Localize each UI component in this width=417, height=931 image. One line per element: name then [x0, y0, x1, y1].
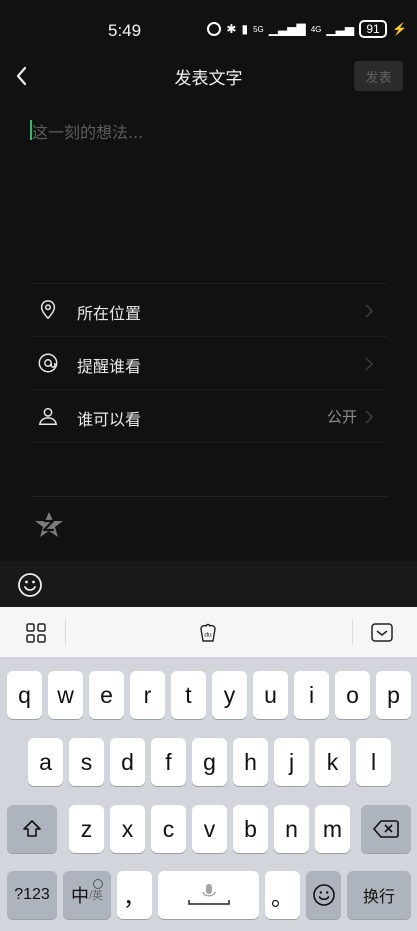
- emoji-icon: [312, 884, 335, 906]
- key-h[interactable]: h: [233, 738, 268, 786]
- option-visibility[interactable]: 谁可以看 公开: [31, 390, 387, 443]
- chevron-right-icon: [365, 357, 373, 371]
- signal-bars-icon: ▁▃▅▇: [268, 22, 306, 36]
- comma-key[interactable]: ，: [117, 871, 152, 919]
- globe-icon: [93, 879, 103, 889]
- keyboard: du q w e r t y u i o p a s d f g h j k l: [0, 607, 417, 931]
- section-divider: [31, 496, 387, 497]
- grid-menu-icon[interactable]: [24, 621, 48, 645]
- screen: 5:49 ✱ ▮ 5G ▁▃▅▇ 4G ▁▃▅ 91 ⚡ 发表文字 发表 这一刻…: [0, 0, 417, 931]
- key-f[interactable]: f: [151, 738, 186, 786]
- option-remind-label: 提醒谁看: [77, 357, 142, 376]
- key-m[interactable]: m: [315, 805, 350, 853]
- key-x[interactable]: x: [110, 805, 145, 853]
- option-remind[interactable]: 提醒谁看: [31, 337, 387, 390]
- post-options: 所在位置 提醒谁看 谁可以看 公开: [31, 283, 387, 443]
- shift-key[interactable]: [7, 805, 57, 853]
- bluetooth-icon: ✱: [226, 22, 237, 36]
- emoji-icon[interactable]: [17, 572, 43, 598]
- charging-icon: ⚡: [392, 22, 407, 36]
- vibrate-icon: ▮: [241, 22, 249, 36]
- key-a[interactable]: a: [28, 738, 63, 786]
- backspace-icon: [373, 820, 399, 838]
- emoji-strip: [0, 561, 417, 607]
- backspace-key[interactable]: [361, 805, 411, 853]
- space-key[interactable]: [158, 871, 259, 919]
- key-c[interactable]: c: [151, 805, 186, 853]
- key-k[interactable]: k: [315, 738, 350, 786]
- keyboard-logo-icon[interactable]: du: [196, 621, 220, 645]
- nav-bar: 发表文字 发表: [0, 56, 417, 96]
- option-visibility-value: 公开: [326, 408, 357, 426]
- key-b[interactable]: b: [233, 805, 268, 853]
- key-u[interactable]: u: [253, 671, 288, 719]
- key-g[interactable]: g: [192, 738, 227, 786]
- key-e[interactable]: e: [89, 671, 124, 719]
- battery-indicator: 91: [359, 20, 388, 38]
- status-icons: ✱ ▮ 5G ▁▃▅▇ 4G ▁▃▅ 91 ⚡: [207, 20, 407, 38]
- period-key[interactable]: 。: [265, 871, 300, 919]
- key-r[interactable]: r: [130, 671, 165, 719]
- compose-placeholder: 这一刻的想法...: [32, 123, 144, 142]
- key-v[interactable]: v: [192, 805, 227, 853]
- key-t[interactable]: t: [171, 671, 206, 719]
- publish-button[interactable]: 发表: [354, 61, 403, 91]
- battery-level: 91: [366, 22, 380, 36]
- key-n[interactable]: n: [274, 805, 309, 853]
- key-i[interactable]: i: [294, 671, 329, 719]
- signal-4g-icon: 4G: [310, 24, 322, 34]
- enter-key[interactable]: 换行: [347, 871, 411, 919]
- signal-bars-icon-2: ▁▃▅: [326, 22, 355, 36]
- language-main: 中: [70, 886, 89, 906]
- key-z[interactable]: z: [69, 805, 104, 853]
- compose-input[interactable]: 这一刻的想法...: [28, 112, 388, 152]
- signal-5g-icon: 5G: [253, 24, 264, 34]
- key-y[interactable]: y: [212, 671, 247, 719]
- option-location[interactable]: 所在位置: [31, 284, 387, 337]
- language-sub: /英: [88, 890, 104, 902]
- key-s[interactable]: s: [69, 738, 104, 786]
- key-w[interactable]: w: [48, 671, 83, 719]
- svg-text:du: du: [204, 632, 212, 639]
- chevron-right-icon: [365, 410, 373, 424]
- key-d[interactable]: d: [110, 738, 145, 786]
- keyboard-toolbar: du: [0, 607, 417, 657]
- shift-icon: [23, 820, 41, 837]
- z-star-icon[interactable]: [33, 509, 65, 541]
- person-icon: [38, 407, 58, 425]
- key-l[interactable]: l: [356, 738, 391, 786]
- toolbar-separator: [65, 619, 66, 645]
- chevron-right-icon: [365, 304, 373, 318]
- collapse-keyboard-icon[interactable]: [370, 621, 394, 645]
- key-j[interactable]: j: [274, 738, 309, 786]
- emoji-key[interactable]: [306, 871, 341, 919]
- symbols-key[interactable]: ?123: [7, 871, 57, 919]
- status-bar: 5:49 ✱ ▮ 5G ▁▃▅▇ 4G ▁▃▅ 91 ⚡: [0, 0, 417, 56]
- option-location-label: 所在位置: [77, 304, 142, 323]
- language-key[interactable]: 中 /英: [63, 871, 111, 919]
- alarm-icon: [207, 22, 222, 36]
- option-visibility-label: 谁可以看: [77, 410, 142, 429]
- location-pin-icon: [40, 300, 56, 320]
- key-o[interactable]: o: [335, 671, 370, 719]
- key-q[interactable]: q: [7, 671, 42, 719]
- key-p[interactable]: p: [376, 671, 411, 719]
- status-time: 5:49: [108, 21, 142, 40]
- microphone-icon: [187, 884, 230, 905]
- at-sign-icon: [38, 353, 58, 373]
- toolbar-separator: [352, 619, 353, 645]
